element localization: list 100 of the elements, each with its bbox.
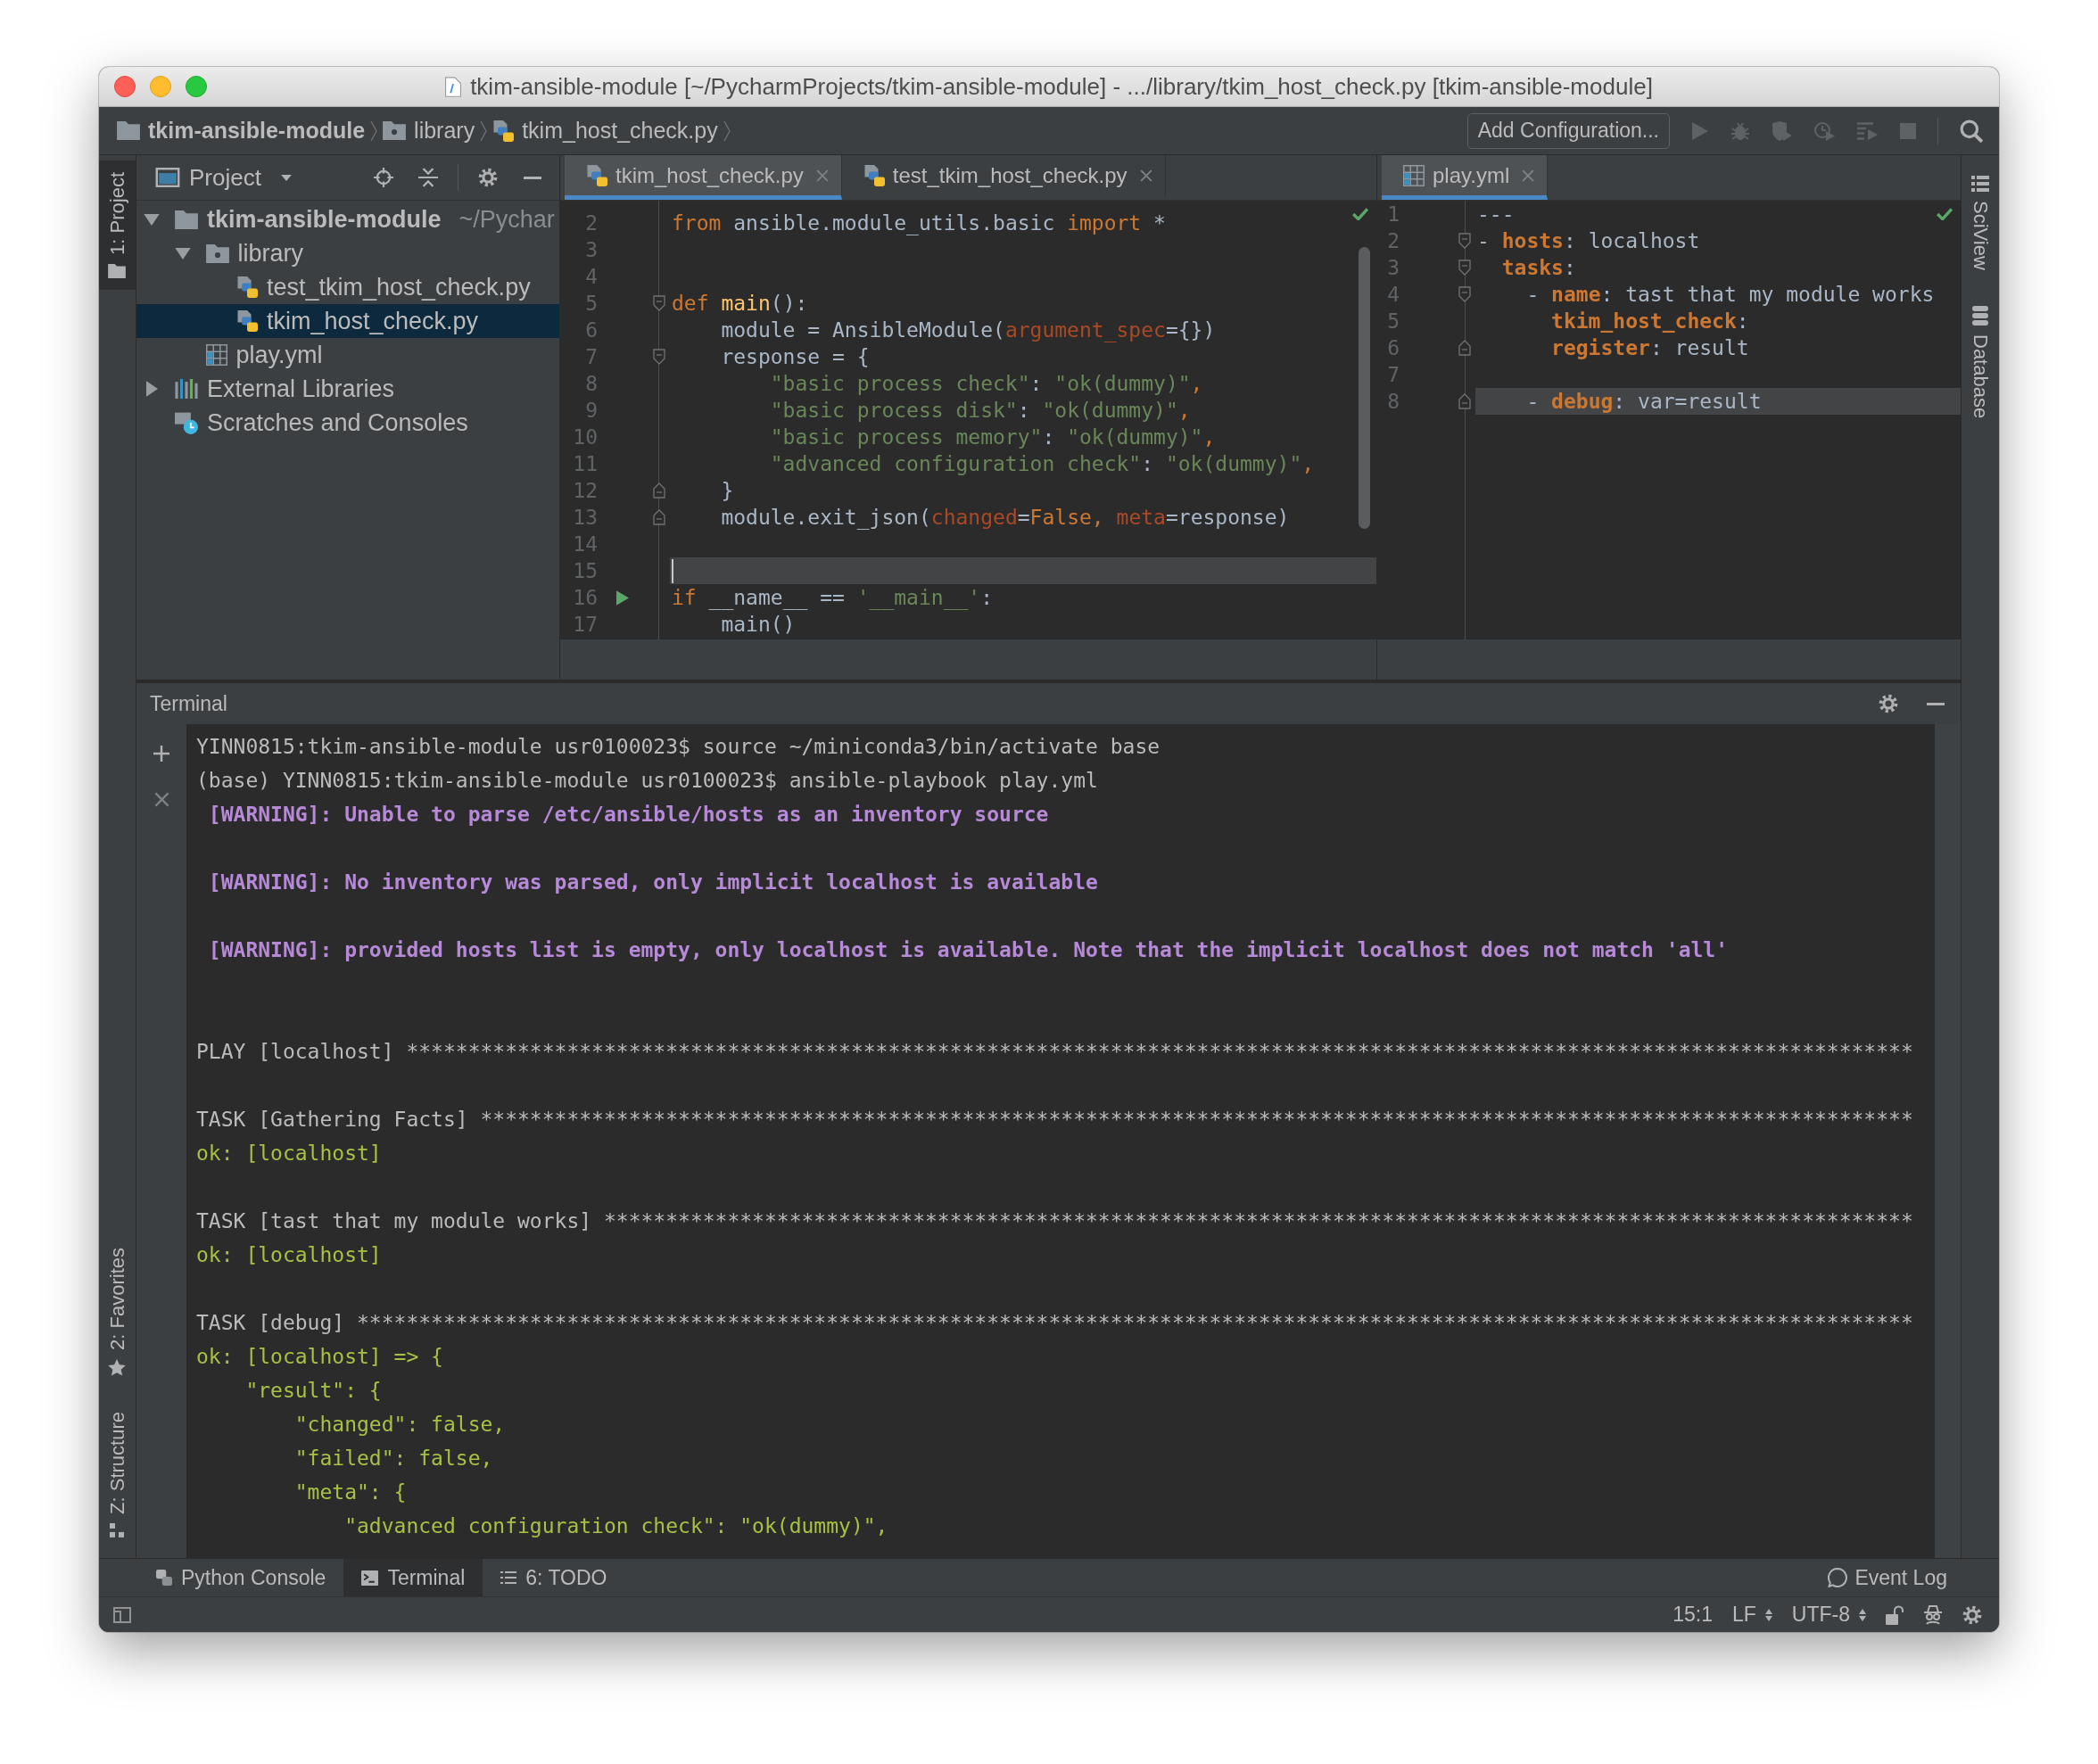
speech-bubble-icon <box>1828 1568 1848 1587</box>
minus-icon[interactable] <box>523 176 542 179</box>
tool-window-tab[interactable]: Z: Structure <box>99 1400 136 1549</box>
table-icon <box>1403 164 1425 186</box>
fold-icon[interactable] <box>1458 393 1471 409</box>
line-number: 12 <box>572 478 598 504</box>
code-line: def main(): <box>672 291 808 317</box>
line-number: 15 <box>572 558 598 584</box>
lock-icon[interactable] <box>1886 1604 1904 1625</box>
editor-tab[interactable]: test_tkim_host_check.py <box>841 155 1166 200</box>
panel-icon[interactable] <box>113 1606 131 1623</box>
fold-icon[interactable] <box>652 295 665 311</box>
terminal-line: TASK [Gathering Facts] ******************************************************************************************************************** <box>196 1108 1913 1131</box>
code-line: "basic process memory": "ok(dummy)", <box>769 425 1216 450</box>
collapse-icon[interactable] <box>418 168 438 187</box>
terminal-line: "failed": false, <box>293 1447 493 1470</box>
close-icon[interactable] <box>1139 169 1152 182</box>
console-clock-icon <box>175 411 198 434</box>
gear-icon[interactable] <box>1962 1604 1982 1625</box>
line-number: 2 <box>1386 228 1400 254</box>
scrollbar-thumb[interactable] <box>1359 247 1370 529</box>
tree-item[interactable]: External Libraries <box>136 372 559 406</box>
tool-window-tab[interactable]: Terminal <box>343 1559 483 1596</box>
fold-icon[interactable] <box>1458 233 1471 249</box>
code-line: from ansible.module_utils.basic import * <box>672 210 1166 236</box>
fold-icon[interactable] <box>1458 340 1471 356</box>
tool-window-tab[interactable]: SciView <box>1962 164 1999 282</box>
code-line: tkim_host_check: <box>1550 309 1749 334</box>
line-number: 3 <box>1386 255 1400 281</box>
code-line: - hosts: localhost <box>1477 228 1700 254</box>
line-number: 1 <box>1386 202 1400 227</box>
encoding-button[interactable]: UTF-8 <box>1791 1603 1866 1627</box>
code-line: tasks: <box>1500 255 1576 281</box>
minimize-button[interactable] <box>150 76 171 97</box>
close-button[interactable] <box>114 76 136 97</box>
file-icon <box>236 276 258 298</box>
event-log-button[interactable]: Event Log <box>1828 1559 1947 1596</box>
line-number: 17 <box>572 612 598 638</box>
detective-icon[interactable] <box>1923 1604 1943 1625</box>
folder-icon <box>108 263 127 278</box>
fold-icon[interactable] <box>1458 260 1471 276</box>
terminal-line: (base) YINN0815:tkim-ansible-module usr0100023$ ansible-playbook play.yml <box>196 769 1098 792</box>
tree-item[interactable]: play.yml <box>136 338 559 372</box>
settings-icon[interactable] <box>478 168 498 187</box>
tool-window-tab[interactable]: Database <box>1962 293 1999 431</box>
crosshair-icon[interactable] <box>374 168 393 187</box>
folder-icon <box>383 121 407 140</box>
caret-icon[interactable] <box>174 247 191 260</box>
squares-icon <box>110 1523 125 1537</box>
close-icon[interactable] <box>815 169 829 182</box>
tree-item[interactable]: tkim-ansible-module ~/Pychar <box>136 202 559 236</box>
line-number: 3 <box>584 237 598 263</box>
tree-item[interactable]: Scratches and Consoles <box>136 406 559 440</box>
overlapping-squares-icon <box>156 1570 172 1586</box>
terminal-line: ok: [localhost] <box>196 1243 382 1266</box>
close-icon[interactable] <box>153 792 169 807</box>
breadcrumb-item[interactable]: tkim-ansible-module <box>117 118 366 144</box>
breadcrumb-item[interactable]: library <box>383 118 475 144</box>
chevron-icon <box>370 119 378 143</box>
zoom-button[interactable] <box>186 76 207 97</box>
run-icon[interactable] <box>616 589 629 606</box>
code-line: module = AnsibleModule(argument_spec={}) <box>720 317 1216 343</box>
fold-icon[interactable] <box>1458 286 1471 302</box>
document-icon <box>445 76 462 97</box>
checkmark-icon <box>1352 208 1368 220</box>
editor-tab[interactable]: tkim_host_check.py <box>565 155 842 200</box>
fold-icon[interactable] <box>652 349 665 365</box>
settings-icon[interactable] <box>1879 694 1898 713</box>
line-number: 4 <box>584 264 598 290</box>
fold-icon[interactable] <box>652 509 665 525</box>
terminal-line: TASK [tast that my module works] ********************************************************************************************************** <box>196 1209 1913 1232</box>
tool-window-tab[interactable]: 1: Project <box>99 161 136 290</box>
minus-icon[interactable] <box>1926 702 1945 705</box>
terminal-line: [WARNING]: provided hosts list is empty, only localhost is available. Note that the implicit localhost does not match 'all' <box>207 938 1729 961</box>
fold-icon[interactable] <box>652 482 665 499</box>
caret-icon[interactable] <box>145 381 158 397</box>
code-line: if __name__ == '__main__': <box>672 585 994 611</box>
code-line: - debug: var=result <box>1525 389 1762 415</box>
line-separator-button[interactable]: LF <box>1732 1603 1772 1627</box>
search-icon[interactable] <box>1960 119 1983 143</box>
line-number: 8 <box>1386 389 1400 415</box>
tree-item[interactable]: tkim_host_check.py <box>136 304 559 338</box>
line-number: 7 <box>1386 362 1400 388</box>
folder-icon <box>175 210 198 229</box>
breadcrumb-item[interactable]: tkim_host_check.py <box>492 118 718 144</box>
tree-item[interactable]: library <box>136 236 559 270</box>
tool-window-tab[interactable]: 6: TODO <box>483 1559 625 1596</box>
close-icon[interactable] <box>1522 169 1535 182</box>
list-icon <box>500 1571 517 1584</box>
view-selector[interactable]: Project <box>155 163 292 192</box>
tool-window-tab[interactable]: 2: Favorites <box>99 1236 136 1389</box>
caret-position[interactable]: 15:1 <box>1673 1603 1713 1627</box>
tree-item[interactable]: test_tkim_host_check.py <box>136 270 559 304</box>
line-number: 5 <box>1386 309 1400 334</box>
editor-tab[interactable]: play.yml <box>1382 155 1549 200</box>
terminal-line: "result": { <box>244 1379 382 1402</box>
plus-icon[interactable] <box>153 746 169 762</box>
run-configuration-button[interactable]: Add Configuration... <box>1466 112 1670 149</box>
caret-icon[interactable] <box>144 213 160 226</box>
tool-window-tab[interactable]: Python Console <box>138 1559 344 1596</box>
